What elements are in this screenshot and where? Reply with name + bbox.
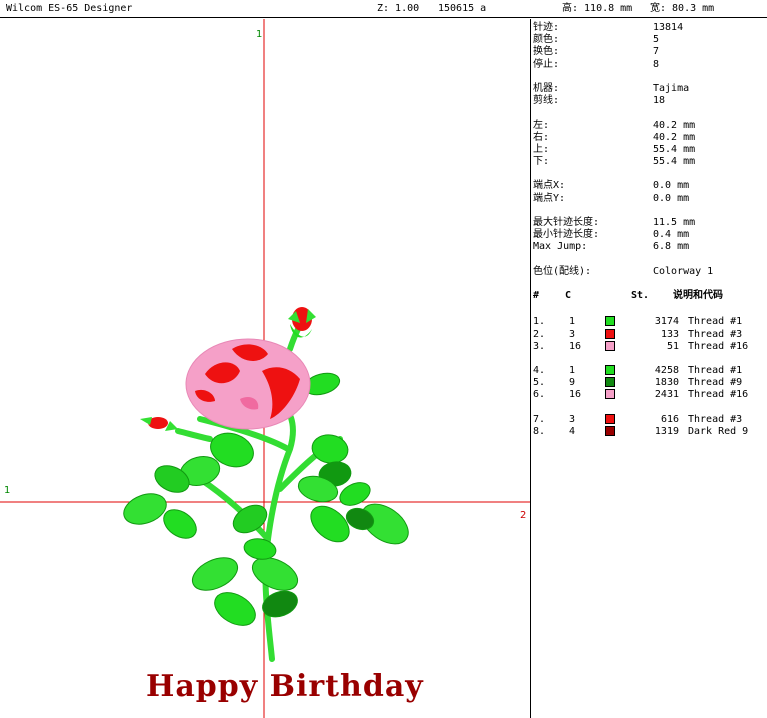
colorway-row: 色位(配线): Colorway 1 <box>533 265 714 277</box>
info-row: 端点X: 0.0 mm <box>533 180 690 192</box>
color-row[interactable]: 4. 1 4258 Thread #1 <box>533 365 767 377</box>
title-bar: Wilcom ES-65 Designer Z: 1.00 150615 a 高… <box>0 0 767 18</box>
color-row-code: 3 <box>569 328 576 340</box>
rose-bloom <box>185 338 311 430</box>
color-row[interactable]: 1. 1 3174 Thread #1 <box>533 316 767 328</box>
color-swatch <box>605 413 615 424</box>
col-c-header: C <box>565 290 572 302</box>
color-swatch <box>605 365 615 376</box>
zoom-readout: Z: 1.00 <box>377 3 420 14</box>
info-panel: 针迹: 13814 颜色: 5 换色: 7 停止: 8 机器: Tajima 剪线: 18 … <box>533 22 767 438</box>
info-row: 左: 40.2 mm <box>533 119 696 131</box>
happy-birthday-text: Happy Birthday <box>146 669 424 704</box>
col-st-header: St. <box>631 290 650 302</box>
color-row-stitches: 1830 <box>654 377 679 389</box>
color-row-stitches: 133 <box>660 328 679 340</box>
color-row-code: 9 <box>569 377 576 389</box>
color-row-number: 6. <box>533 389 546 401</box>
axis-mark-right: 2 <box>520 510 526 521</box>
color-row-number: 5. <box>533 377 546 389</box>
color-row-description: Thread #16 <box>688 389 749 401</box>
color-row[interactable]: 8. 4 1319 Dark Red 9 <box>533 426 767 438</box>
color-row-number: 8. <box>533 426 546 437</box>
color-swatch <box>605 328 615 339</box>
info-row: 针迹: 13814 <box>533 22 684 33</box>
info-row: 右: 40.2 mm <box>533 131 696 143</box>
color-row[interactable]: 3. 16 51 Thread #16 <box>533 340 767 353</box>
info-row: 最大针迹长度: 11.5 mm <box>533 217 696 228</box>
rose-bud-left <box>140 417 178 431</box>
endpoint-section: 端点X: 0.0 mm 端点Y: 0.0 mm <box>533 180 767 204</box>
axis-mark-top: 1 <box>256 29 262 40</box>
panel-divider <box>530 19 531 718</box>
color-row-code: 16 <box>569 389 582 401</box>
color-row[interactable]: 5. 9 1830 Thread #9 <box>533 377 767 389</box>
color-row-number: 7. <box>533 413 546 425</box>
design-canvas[interactable]: 1 1 2 Happy Birthday <box>0 19 530 718</box>
app-title: Wilcom ES-65 Designer <box>6 3 133 14</box>
color-row-description: Thread #1 <box>688 316 743 328</box>
info-row: 上: 55.4 mm <box>533 143 696 155</box>
rose-bud-top <box>288 307 316 338</box>
color-row-stitches: 3174 <box>654 316 679 328</box>
lengths-section: 最大针迹长度: 11.5 mm 最小针迹长度: 0.4 mm Max Jump: 6.… <box>533 217 767 254</box>
color-row-description: Thread #9 <box>688 377 743 389</box>
machine-section: 机器: Tajima 剪线: 18 <box>533 83 767 107</box>
color-row-description: Thread #16 <box>688 340 749 352</box>
color-row[interactable]: 7. 3 616 Thread #3 <box>533 413 767 426</box>
stats-section: 针迹: 13814 颜色: 5 换色: 7 停止: 8 <box>533 22 767 71</box>
color-row-description: Thread #1 <box>688 365 743 377</box>
info-row: 颜色: 5 <box>533 34 660 46</box>
design-height: 高: 110.8 mm <box>562 3 633 14</box>
col-desc-header: 说明和代码 <box>673 290 723 302</box>
color-row-description: Thread #3 <box>688 328 743 340</box>
color-row[interactable]: 6. 16 2431 Thread #16 <box>533 389 767 401</box>
color-swatch <box>605 426 615 436</box>
color-row-stitches: 616 <box>660 413 679 425</box>
design-width: 宽: 80.3 mm <box>650 3 715 14</box>
color-row-stitches: 2431 <box>654 389 679 401</box>
color-table-header: # C St. 说明和代码 <box>533 290 767 304</box>
extents-section: 左: 40.2 mm 右: 40.2 mm 上: 55.4 mm 下: 55.4 mm <box>533 120 767 169</box>
color-swatch <box>605 316 615 327</box>
color-swatch <box>605 340 615 351</box>
color-row-number: 2. <box>533 328 546 340</box>
color-row-code: 1 <box>569 316 576 328</box>
color-row-code: 16 <box>569 340 582 352</box>
color-row-number: 4. <box>533 365 546 377</box>
color-row-code: 4 <box>569 426 576 437</box>
color-row-code: 3 <box>569 413 576 425</box>
color-row[interactable]: 2. 3 133 Thread #3 <box>533 328 767 341</box>
color-row-description: Thread #3 <box>688 413 743 425</box>
color-row-stitches: 51 <box>666 340 679 352</box>
color-table: 1. 1 3174 Thread #1 2. 3 133 Thread #3 3. 16 51 Thr… <box>533 316 767 438</box>
design-code: 150615 a <box>438 3 487 14</box>
info-row: 最小针迹长度: 0.4 mm <box>533 229 690 241</box>
col-num-header: # <box>533 290 540 302</box>
axis-mark-left: 1 <box>4 485 10 496</box>
color-row-code: 1 <box>569 365 576 377</box>
color-swatch <box>605 389 615 400</box>
color-row-description: Dark Red 9 <box>688 426 749 437</box>
color-row-stitches: 4258 <box>654 365 679 377</box>
info-row: 下: 55.4 mm <box>533 156 696 168</box>
info-row: 端点Y: 0.0 mm <box>533 192 690 204</box>
info-row: 剪线: 18 <box>533 95 666 107</box>
info-row: Max Jump: 6.8 mm <box>533 241 690 253</box>
info-row: 停止: 8 <box>533 58 660 70</box>
color-row-stitches: 1319 <box>654 426 679 437</box>
color-row-number: 3. <box>533 340 546 352</box>
info-row: 换色: 7 <box>533 46 660 58</box>
embroidery-design: 1 1 2 Happy Birthday <box>0 19 530 718</box>
color-swatch <box>605 377 615 388</box>
info-row: 机器: Tajima <box>533 82 690 94</box>
color-row-number: 1. <box>533 316 546 328</box>
